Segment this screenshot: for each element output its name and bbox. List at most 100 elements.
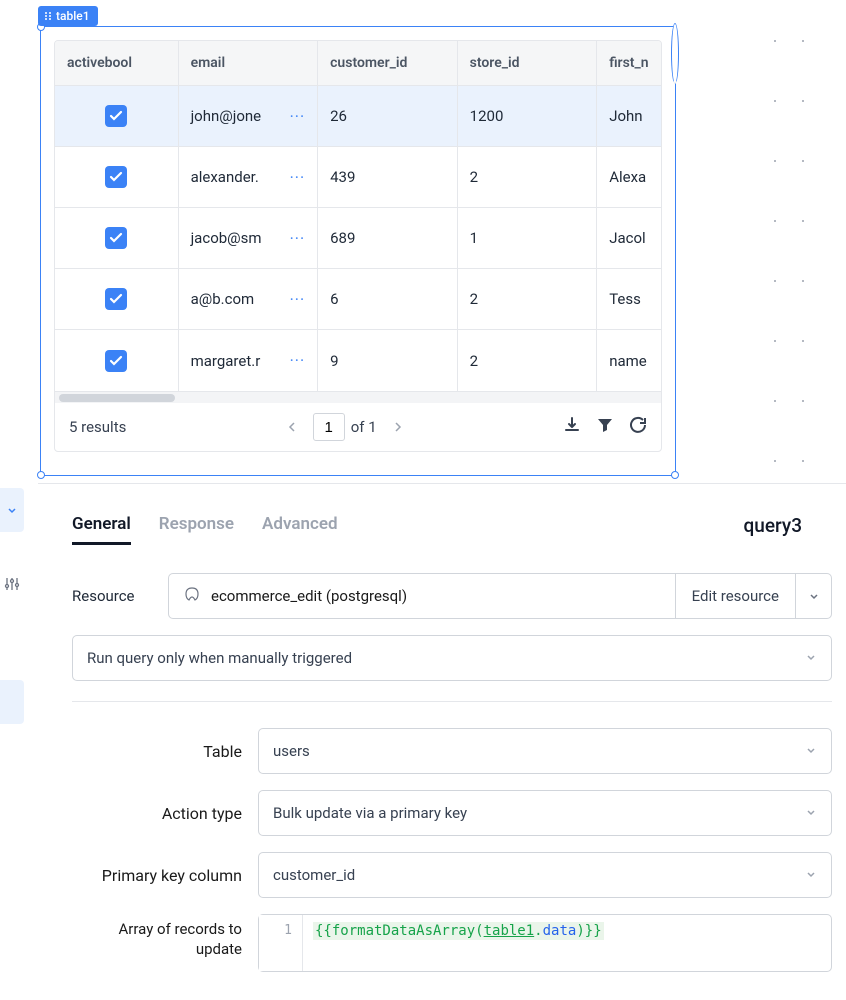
- rail-caret-chip[interactable]: [0, 488, 24, 532]
- col-activebool[interactable]: activebool: [55, 41, 179, 85]
- cell-email[interactable]: a@b.com···: [179, 269, 319, 329]
- horizontal-scrollbar[interactable]: [55, 391, 661, 403]
- cell-first-name[interactable]: name: [597, 330, 661, 391]
- query-name[interactable]: query3: [744, 514, 802, 537]
- table-value: users: [273, 742, 310, 760]
- pk-value: customer_id: [273, 866, 355, 884]
- tab-advanced[interactable]: Advanced: [262, 506, 338, 545]
- scrollbar-thumb[interactable]: [59, 394, 175, 402]
- table-label: Table: [72, 742, 258, 761]
- cell-email[interactable]: john@jone···: [179, 86, 319, 146]
- cell-customer-id[interactable]: 9: [318, 330, 458, 391]
- col-first-name[interactable]: first_n: [597, 41, 661, 85]
- chevron-down-icon: [805, 742, 817, 760]
- edit-resource-button[interactable]: Edit resource: [675, 574, 795, 618]
- resource-value[interactable]: ecommerce_edit (postgresql): [169, 585, 675, 607]
- table-row[interactable]: jacob@sm···6891Jacol: [55, 208, 661, 269]
- postgres-icon: [183, 585, 201, 607]
- cell-customer-id[interactable]: 689: [318, 208, 458, 268]
- cell-store-id[interactable]: 2: [458, 269, 598, 329]
- resource-caret[interactable]: [795, 574, 831, 618]
- grid-dots: [766, 0, 826, 480]
- trigger-mode-text: Run query only when manually triggered: [87, 649, 352, 667]
- cell-activebool[interactable]: [55, 147, 179, 207]
- checkbox-icon[interactable]: [105, 288, 127, 310]
- cell-first-name[interactable]: Jacol: [597, 208, 661, 268]
- pager: of 1: [126, 413, 563, 441]
- cell-email[interactable]: alexander.···: [179, 147, 319, 207]
- action-type-select[interactable]: Bulk update via a primary key: [258, 790, 832, 836]
- cell-store-id[interactable]: 1: [458, 208, 598, 268]
- more-icon[interactable]: ···: [290, 351, 306, 370]
- code-input[interactable]: 1 {{formatDataAsArray(table1.data)}}: [258, 914, 832, 972]
- more-icon[interactable]: ···: [290, 107, 306, 126]
- cell-activebool[interactable]: [55, 208, 179, 268]
- tab-general[interactable]: General: [72, 506, 131, 545]
- cell-email[interactable]: jacob@sm···: [179, 208, 319, 268]
- trigger-mode-select[interactable]: Run query only when manually triggered: [72, 635, 832, 681]
- action-type-label: Action type: [72, 804, 258, 823]
- rail-chip-2[interactable]: [0, 680, 24, 724]
- resize-handle-br[interactable]: [671, 471, 679, 479]
- query-tabs: General Response Advanced query3: [72, 490, 832, 545]
- checkbox-icon[interactable]: [105, 105, 127, 127]
- canvas: table1 activebool email customer_id stor…: [0, 0, 846, 484]
- pk-label: Primary key column: [72, 866, 258, 885]
- prev-page-button[interactable]: [279, 413, 307, 441]
- resize-handle-tr[interactable]: [671, 23, 679, 84]
- left-rail: [0, 488, 30, 606]
- cell-first-name[interactable]: Alexa: [597, 147, 661, 207]
- table-row[interactable]: a@b.com···62Tess: [55, 269, 661, 330]
- more-icon[interactable]: ···: [290, 229, 306, 248]
- cell-activebool[interactable]: [55, 86, 179, 146]
- more-icon[interactable]: ···: [290, 290, 306, 309]
- checkbox-icon[interactable]: [105, 166, 127, 188]
- component-badge-label: table1: [56, 9, 90, 23]
- download-icon[interactable]: [563, 416, 581, 438]
- chevron-down-icon: [805, 866, 817, 884]
- resource-label: Resource: [72, 587, 168, 605]
- cell-activebool[interactable]: [55, 330, 179, 391]
- col-store-id[interactable]: store_id: [458, 41, 598, 85]
- code-gutter: 1: [259, 915, 303, 971]
- refresh-icon[interactable]: [629, 416, 647, 438]
- tab-response[interactable]: Response: [159, 506, 234, 545]
- query-panel: General Response Advanced query3 Resourc…: [72, 490, 832, 988]
- page-input[interactable]: [313, 413, 345, 441]
- panel-divider[interactable]: [38, 483, 846, 484]
- chevron-down-icon: [805, 649, 817, 667]
- table-header: activebool email customer_id store_id fi…: [55, 41, 661, 86]
- col-email[interactable]: email: [179, 41, 319, 85]
- cell-customer-id[interactable]: 26: [318, 86, 458, 146]
- grip-icon: [44, 11, 52, 21]
- pk-select[interactable]: customer_id: [258, 852, 832, 898]
- cell-customer-id[interactable]: 6: [318, 269, 458, 329]
- sliders-icon[interactable]: [0, 562, 24, 606]
- more-icon[interactable]: ···: [290, 168, 306, 187]
- action-type-value: Bulk update via a primary key: [273, 804, 467, 822]
- resize-handle-bl[interactable]: [37, 471, 45, 479]
- cell-email[interactable]: margaret.r···: [179, 330, 319, 391]
- next-page-button[interactable]: [383, 413, 411, 441]
- checkbox-icon[interactable]: [105, 350, 127, 372]
- resource-selector: ecommerce_edit (postgresql) Edit resourc…: [168, 573, 832, 619]
- table-row[interactable]: john@jone···261200John: [55, 86, 661, 147]
- chevron-down-icon: [805, 804, 817, 822]
- cell-store-id[interactable]: 2: [458, 147, 598, 207]
- cell-store-id[interactable]: 2: [458, 330, 598, 391]
- cell-store-id[interactable]: 1200: [458, 86, 598, 146]
- table-row[interactable]: margaret.r···92name: [55, 330, 661, 391]
- results-count: 5 results: [69, 418, 126, 436]
- cell-first-name[interactable]: John: [597, 86, 661, 146]
- code-area[interactable]: {{formatDataAsArray(table1.data)}}: [303, 915, 831, 971]
- cell-first-name[interactable]: Tess: [597, 269, 661, 329]
- table-select[interactable]: users: [258, 728, 832, 774]
- component-badge[interactable]: table1: [38, 6, 98, 26]
- cell-activebool[interactable]: [55, 269, 179, 329]
- col-customer-id[interactable]: customer_id: [318, 41, 458, 85]
- page-of-text: of 1: [351, 418, 377, 436]
- checkbox-icon[interactable]: [105, 227, 127, 249]
- table-row[interactable]: alexander.···4392Alexa: [55, 147, 661, 208]
- filter-icon[interactable]: [597, 417, 613, 437]
- cell-customer-id[interactable]: 439: [318, 147, 458, 207]
